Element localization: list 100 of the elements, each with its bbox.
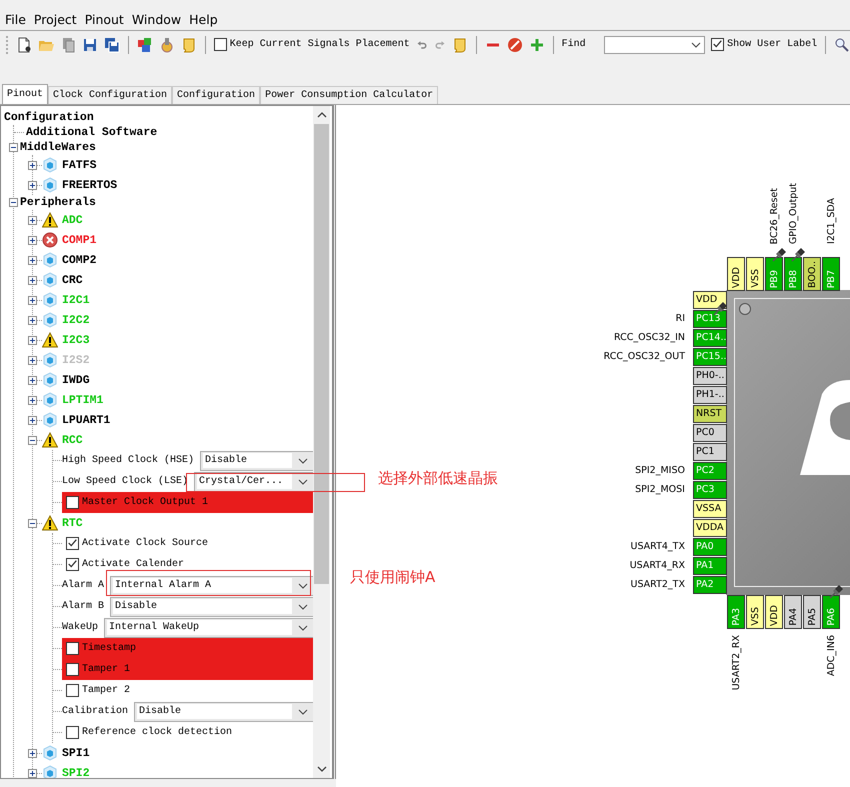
pin[interactable]: VDD: [693, 291, 727, 309]
peripheral-label[interactable]: FREERTOS: [62, 178, 118, 192]
tree-group-label[interactable]: Peripherals: [20, 196, 96, 209]
menu-item[interactable]: Window: [130, 10, 182, 30]
tab[interactable]: Clock Configuration: [48, 86, 172, 104]
chevron-down-icon[interactable]: [691, 42, 702, 48]
plus-box-icon[interactable]: [28, 748, 37, 758]
chevron-down-icon[interactable]: [298, 624, 308, 630]
pin[interactable]: PA5: [803, 595, 821, 629]
undo-icon[interactable]: [416, 38, 428, 50]
plus-box-icon[interactable]: [28, 416, 37, 424]
save-icon[interactable]: [82, 36, 98, 52]
plus-box-icon[interactable]: [28, 376, 37, 384]
pin[interactable]: VDD: [765, 595, 783, 629]
chevron-down-icon[interactable]: [298, 582, 308, 588]
peripheral-label[interactable]: COMP2: [62, 254, 97, 266]
pin[interactable]: VSS: [746, 595, 764, 629]
scroll-icon[interactable]: [180, 36, 197, 52]
minus-box-icon[interactable]: [9, 198, 18, 207]
scroll-icon[interactable]: [452, 36, 468, 52]
scroll-down-icon[interactable]: [316, 766, 326, 772]
pin[interactable]: PC1: [693, 443, 727, 461]
checkbox-label: Activate Clock Source: [82, 538, 208, 549]
scroll-up-icon[interactable]: [316, 112, 326, 118]
pin-signal-label: I2C1_SDA: [826, 198, 836, 244]
setting-dropdown[interactable]: Crystal/Cer...: [194, 472, 313, 492]
plus-box-icon[interactable]: [28, 276, 37, 284]
plus-box-icon[interactable]: [28, 336, 37, 344]
setting-dropdown[interactable]: Disable: [134, 702, 313, 722]
scrollbar-thumb[interactable]: [314, 124, 329, 584]
pin[interactable]: PH0-..: [693, 367, 727, 385]
plus-box-icon[interactable]: [28, 356, 37, 364]
minus-box-icon[interactable]: [28, 518, 37, 528]
checkbox[interactable]: [66, 558, 79, 571]
minus-box-icon[interactable]: [9, 143, 18, 152]
pin[interactable]: VSS: [746, 257, 764, 291]
pin[interactable]: VDD: [727, 257, 745, 291]
setting-dropdown[interactable]: Disable: [110, 596, 313, 616]
pin[interactable]: PA4: [784, 595, 802, 629]
peripheral-label[interactable]: FATFS: [62, 158, 97, 172]
plus-box-icon[interactable]: [28, 180, 37, 190]
checkbox[interactable]: [66, 726, 79, 739]
scrollbar[interactable]: [313, 106, 330, 778]
menu-item[interactable]: File: [4, 10, 27, 30]
minus-box-icon[interactable]: [28, 436, 37, 444]
cube-icon: [42, 765, 58, 778]
checkbox[interactable]: [66, 663, 79, 676]
chevron-down-icon[interactable]: [298, 708, 308, 714]
pin-signal-label: USART2_RX: [730, 635, 742, 690]
pin[interactable]: PC0: [693, 424, 727, 442]
checkbox[interactable]: [66, 537, 79, 550]
plus-icon[interactable]: [528, 36, 545, 52]
pin[interactable]: VDDA: [693, 519, 727, 537]
tree-group-label[interactable]: MiddleWares: [20, 141, 96, 154]
plus-box-icon[interactable]: [28, 256, 37, 264]
new-file-icon[interactable]: [16, 36, 32, 52]
setting-dropdown[interactable]: Internal WakeUp: [104, 618, 313, 638]
peripheral-label[interactable]: COMP1: [62, 234, 97, 246]
tab[interactable]: Configuration: [172, 86, 260, 104]
pin[interactable]: VSSA: [693, 500, 727, 518]
plus-box-icon[interactable]: [28, 296, 37, 304]
setting-dropdown[interactable]: Disable: [200, 450, 313, 470]
checkbox[interactable]: [214, 38, 227, 51]
checkbox[interactable]: [66, 684, 79, 697]
chevron-down-icon[interactable]: [298, 604, 308, 610]
menu-item[interactable]: Help: [188, 10, 219, 30]
menu-item[interactable]: Pinout: [84, 10, 125, 30]
checkbox[interactable]: [66, 642, 79, 655]
stop-icon[interactable]: [506, 36, 523, 52]
pin[interactable]: BOO..: [803, 257, 821, 291]
peripheral-label[interactable]: IWDG: [62, 374, 90, 386]
setting-dropdown[interactable]: Internal Alarm A: [110, 576, 313, 596]
setting-label: WakeUp: [62, 622, 98, 633]
peripheral-label[interactable]: CRC: [62, 274, 83, 286]
pin[interactable]: NRST: [693, 405, 727, 423]
cube-icon: [42, 745, 58, 761]
checkbox[interactable]: [66, 496, 79, 509]
plus-box-icon[interactable]: [28, 160, 37, 170]
plus-box-icon[interactable]: [28, 216, 37, 224]
plus-box-icon[interactable]: [28, 768, 37, 778]
cubes-icon[interactable]: [136, 36, 153, 52]
cube-icon: [42, 392, 58, 408]
pin1-dot: [739, 303, 751, 315]
tab[interactable]: Power Consumption Calculator: [260, 86, 438, 104]
tree-group-label[interactable]: Additional Software: [26, 126, 158, 139]
peripheral-label[interactable]: LPUART1: [62, 414, 110, 426]
save-all-icon[interactable]: [104, 36, 120, 52]
tab[interactable]: Pinout: [2, 84, 48, 104]
tree-root-label[interactable]: Configuration: [4, 111, 94, 124]
zoom-in-icon[interactable]: [834, 36, 850, 52]
menu-item[interactable]: Project: [32, 10, 78, 30]
chevron-down-icon[interactable]: [298, 458, 308, 464]
checkbox[interactable]: [711, 38, 724, 51]
peripheral-label[interactable]: SPI1: [62, 746, 90, 760]
pin[interactable]: PH1-..: [693, 386, 727, 404]
chevron-down-icon[interactable]: [298, 478, 308, 484]
setting-label: Low Speed Clock (LSE): [62, 476, 188, 487]
plus-box-icon[interactable]: [28, 396, 37, 404]
plus-box-icon[interactable]: [28, 236, 37, 244]
plus-box-icon[interactable]: [28, 316, 37, 324]
